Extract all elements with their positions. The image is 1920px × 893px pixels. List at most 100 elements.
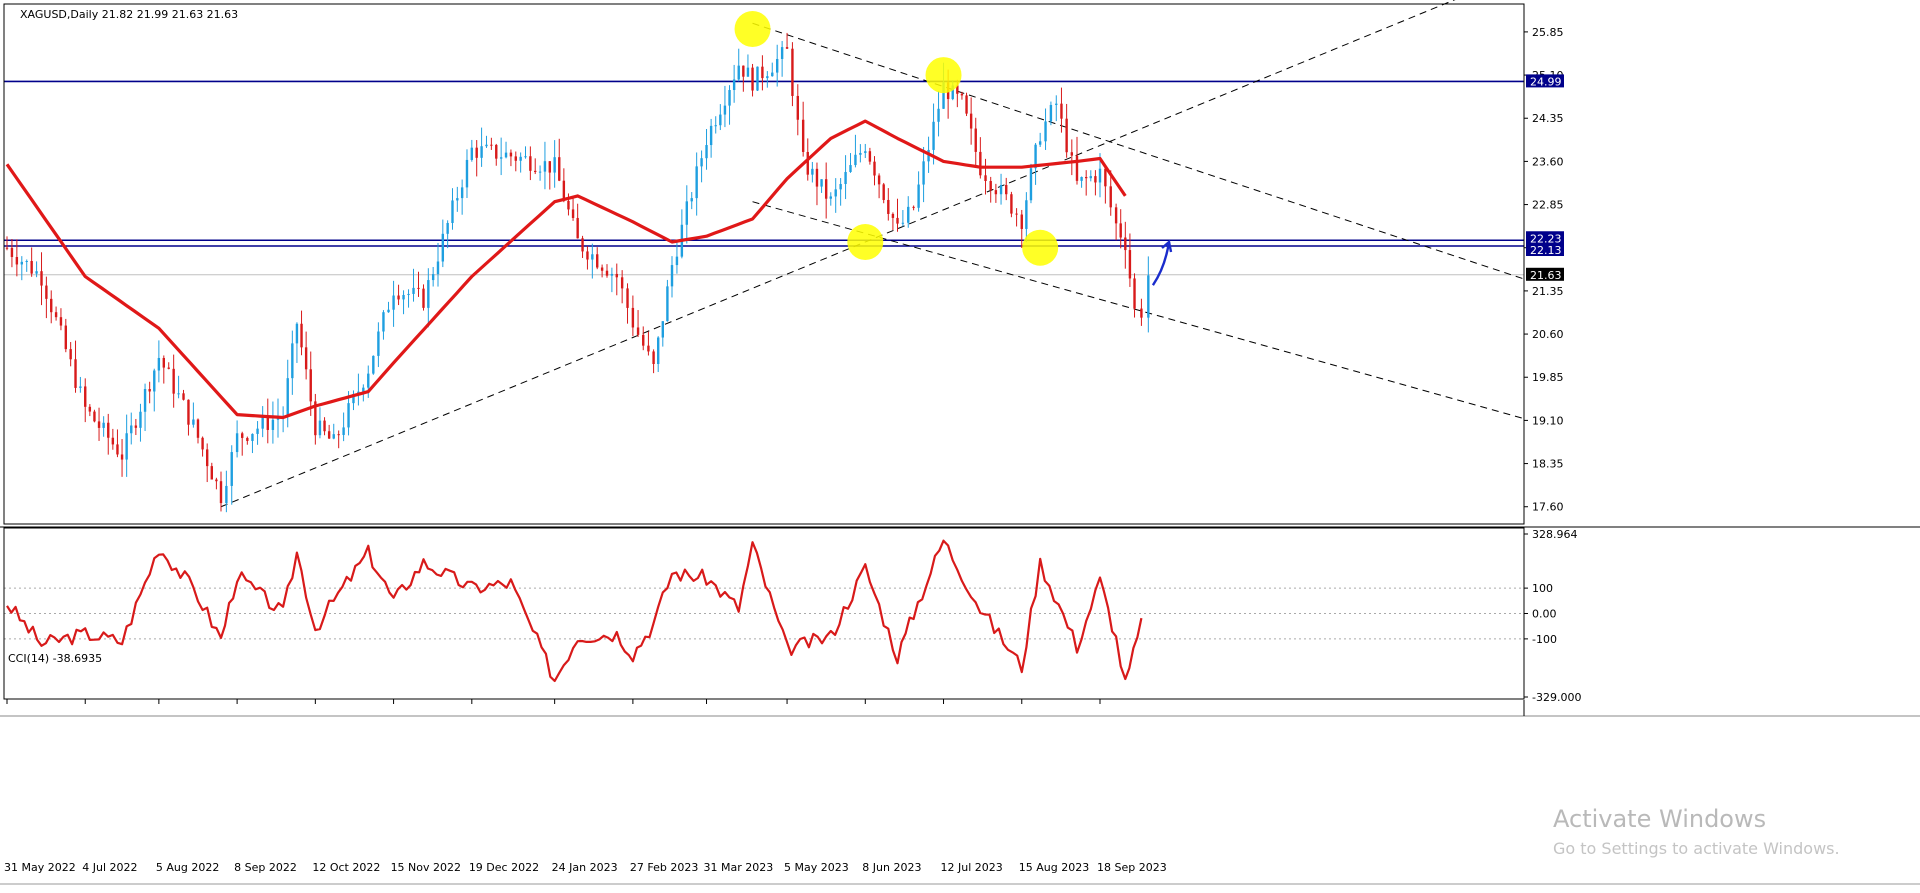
candle-body — [1010, 194, 1013, 214]
candle-body — [896, 217, 899, 224]
candle-body — [605, 270, 609, 276]
candle-body — [553, 157, 556, 173]
highlight-circle — [734, 11, 771, 48]
candle-body — [785, 47, 789, 49]
candle-body — [974, 128, 977, 152]
current-price-label: 21.63 — [1530, 269, 1562, 282]
candle-body — [761, 66, 764, 79]
candle-body — [134, 425, 138, 428]
candle-body — [1114, 207, 1118, 224]
candle-body — [891, 213, 895, 218]
x-tick-label: 31 May 2022 — [4, 861, 76, 874]
candle-body — [304, 347, 308, 370]
candle-body — [642, 334, 645, 346]
y-tick-label: 19.10 — [1532, 414, 1564, 427]
candle-body — [64, 325, 68, 350]
chart-canvas: 25.8525.1024.3523.6022.8522.1021.3520.60… — [0, 0, 1920, 885]
chart-window: 25.8525.1024.3523.6022.8522.1021.3520.60… — [0, 0, 1920, 889]
candle-body — [907, 206, 910, 223]
candle-body — [162, 357, 166, 368]
watermark-line2: Go to Settings to activate Windows. — [1553, 839, 1840, 858]
candle-body — [148, 389, 151, 392]
candle-body — [1044, 121, 1047, 142]
cci-title: CCI(14) -38.6935 — [8, 652, 102, 665]
candle-body — [868, 151, 872, 162]
candle-body — [387, 309, 390, 313]
candle-body — [460, 187, 464, 199]
candle-body — [834, 189, 837, 197]
candle-body — [291, 343, 294, 379]
candle-body — [873, 161, 876, 176]
candle-body — [766, 76, 769, 79]
candle-body — [382, 312, 385, 332]
main-chart-panel — [4, 0, 1525, 513]
candle-body — [441, 233, 445, 262]
candle-body — [965, 95, 968, 114]
candle-body — [960, 93, 964, 96]
candle-body — [801, 119, 805, 152]
candle-body — [362, 387, 365, 392]
candle-body — [490, 144, 493, 146]
candle-body — [59, 317, 63, 326]
candle-body — [543, 161, 547, 172]
y-tick-label: 19.85 — [1532, 371, 1564, 384]
candle-body — [1147, 275, 1150, 318]
candle-body — [88, 406, 92, 412]
candle-body — [839, 184, 842, 190]
candle-body — [1109, 186, 1112, 208]
candle-body — [854, 154, 857, 166]
candle-body — [626, 288, 629, 308]
candle-body — [480, 146, 483, 158]
candle-body — [431, 274, 435, 281]
candle-body — [999, 184, 1003, 195]
candle-body — [446, 222, 449, 234]
level-badge-label: 24.99 — [1530, 75, 1562, 88]
candle-body — [107, 422, 110, 438]
candle-body — [751, 67, 754, 91]
candle-body — [829, 196, 832, 199]
candle-body — [392, 295, 395, 310]
candle-body — [465, 159, 469, 188]
candle-body — [111, 437, 115, 445]
candle-body — [586, 251, 589, 260]
candle-body — [576, 217, 579, 239]
candle-body — [241, 433, 244, 438]
candle-body — [1038, 141, 1042, 145]
candle-body — [1080, 176, 1083, 181]
candle-body — [342, 427, 345, 435]
candle-body — [286, 378, 289, 417]
cci-tick-label: -100 — [1532, 633, 1557, 646]
candle-body — [1015, 213, 1018, 215]
x-tick-label: 19 Dec 2022 — [469, 861, 539, 874]
candle-body — [1065, 118, 1068, 153]
candle-body — [756, 66, 759, 91]
candle-body — [271, 419, 275, 430]
candle-body — [796, 95, 799, 120]
candle-body — [182, 393, 185, 400]
candle-body — [40, 271, 43, 286]
candle-body — [714, 125, 717, 127]
candle-body — [295, 323, 299, 344]
x-tick-label: 5 May 2023 — [784, 861, 849, 874]
candle-body — [230, 452, 233, 486]
candle-body — [192, 419, 195, 425]
candle-body — [427, 280, 430, 308]
candle-body — [1133, 278, 1136, 309]
candle-body — [1060, 103, 1063, 119]
candle-body — [1055, 103, 1058, 105]
candle-body — [153, 370, 156, 392]
candle-body — [10, 247, 14, 258]
candle-body — [1025, 200, 1028, 229]
highlight-circle — [925, 57, 962, 94]
candle-body — [849, 165, 852, 172]
candle-body — [407, 293, 410, 295]
candle-body — [196, 419, 200, 438]
candle-body — [806, 151, 809, 175]
candle-body — [631, 307, 635, 328]
candle-body — [690, 198, 693, 202]
candle-body — [732, 79, 736, 91]
symbol-title: XAGUSD,Daily 21.82 21.99 21.63 21.63 — [20, 8, 238, 21]
candle-body — [412, 287, 415, 294]
x-tick-label: 18 Sep 2023 — [1097, 861, 1167, 874]
candle-body — [615, 273, 618, 278]
